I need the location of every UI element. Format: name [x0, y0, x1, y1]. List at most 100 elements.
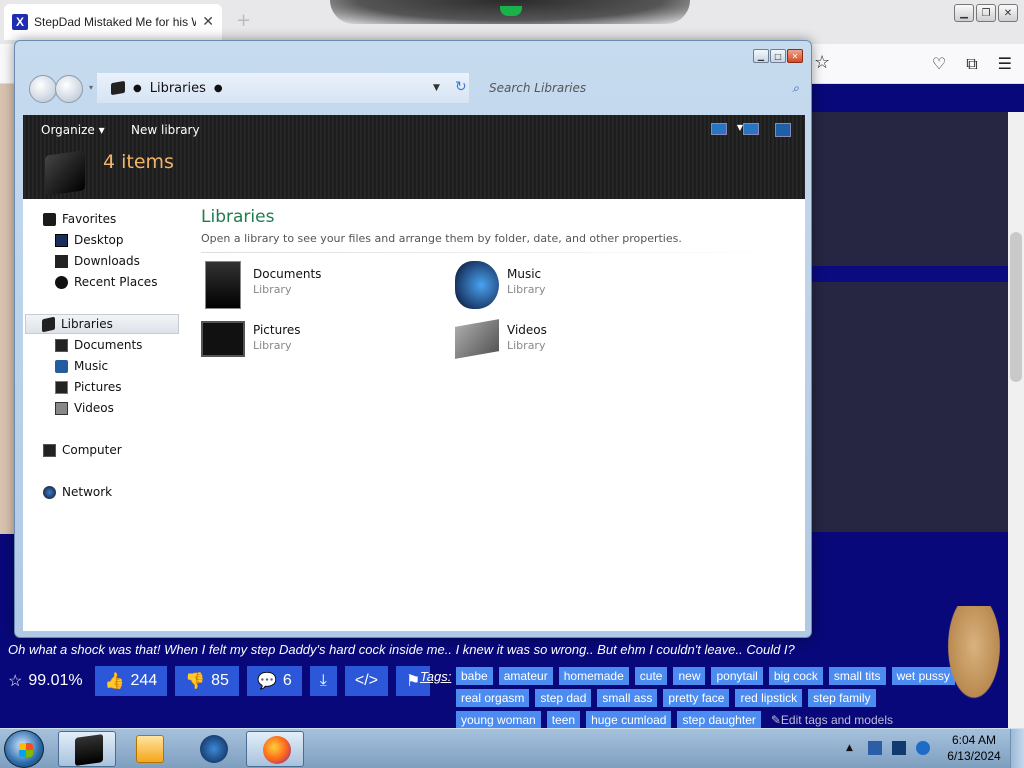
code-icon: </> [354, 672, 378, 689]
taskbar-media-player[interactable] [120, 731, 178, 767]
address-row: ▾ ● Libraries ● ▼ ↻ Search Libraries ⌕ [23, 69, 805, 113]
taskbar-browser-ie[interactable] [184, 731, 242, 767]
library-pictures[interactable]: Pictures Library [201, 317, 441, 367]
back-button[interactable] [29, 75, 57, 103]
recent-pages-icon[interactable]: ▾ [89, 83, 93, 92]
volume-tray-icon[interactable] [916, 741, 930, 755]
browser-window-controls: ▁ ❐ ✕ [954, 4, 1018, 22]
nav-network[interactable]: Network [43, 482, 112, 502]
clock-time[interactable]: 6:04 AM [944, 733, 1004, 747]
firefox-icon [263, 736, 291, 764]
tag-link[interactable]: amateur [498, 667, 553, 685]
show-hidden-icons-icon[interactable]: ▲ [846, 743, 853, 753]
tag-link[interactable]: step family [808, 689, 876, 707]
display-tray-icon[interactable] [892, 741, 906, 755]
like-button[interactable]: 👍 244 [94, 666, 168, 696]
tag-link[interactable]: homemade [558, 667, 629, 685]
item-count: 4 items [103, 151, 174, 173]
breadcrumb-separator-icon[interactable]: ● [133, 83, 142, 94]
dislike-button[interactable]: 👎 85 [175, 666, 239, 696]
tag-link[interactable]: babe [456, 667, 493, 685]
ad-banner-placeholder[interactable] [812, 112, 1008, 266]
forward-button[interactable] [55, 75, 83, 103]
comments-button[interactable]: 💬 6 [246, 666, 302, 696]
breadcrumb-libraries[interactable]: Libraries [150, 81, 206, 96]
breadcrumb-separator-icon[interactable]: ● [214, 83, 223, 94]
star-outline-icon: ☆ [8, 673, 23, 690]
taskbar: ▲ 6:04 AM 6/13/2024 [0, 728, 1024, 768]
nav-libraries[interactable]: Libraries [25, 314, 179, 334]
edit-tags-link[interactable]: ✎Edit tags and models [767, 711, 897, 729]
pocket-icon[interactable]: ♡ [932, 54, 946, 74]
refresh-icon[interactable]: ↻ [455, 79, 467, 95]
embed-button[interactable]: </> [344, 666, 388, 696]
library-videos[interactable]: Videos Library [455, 317, 695, 367]
extensions-icon[interactable]: ⧉ [966, 54, 977, 74]
nav-videos[interactable]: Videos [55, 398, 114, 418]
nav-label: Downloads [74, 254, 140, 268]
tag-link[interactable]: red lipstick [735, 689, 803, 707]
start-button[interactable] [4, 730, 44, 768]
close-button[interactable]: ✕ [998, 4, 1018, 22]
address-bar[interactable]: ● Libraries ● [97, 73, 469, 103]
nav-music[interactable]: Music [55, 356, 108, 376]
tag-link[interactable]: small tits [828, 667, 886, 685]
desktop-icon [55, 233, 68, 247]
nav-pictures[interactable]: Pictures [55, 377, 122, 397]
taskbar-firefox[interactable] [246, 731, 304, 767]
download-button[interactable]: ⤓ [309, 666, 337, 696]
help-icon[interactable] [775, 123, 791, 137]
tag-list: babe amateur homemade cute new ponytail big co… [420, 667, 960, 729]
explorer-close-button[interactable]: ✕ [787, 49, 803, 63]
tag-link[interactable]: real orgasm [456, 689, 530, 707]
nav-recent-places[interactable]: Recent Places [55, 272, 157, 292]
videos-icon [55, 401, 68, 415]
new-library-button[interactable]: New library [131, 123, 200, 137]
tag-link[interactable]: pretty face [663, 689, 730, 707]
bookmark-star-icon[interactable]: ☆ [814, 52, 830, 73]
organize-button[interactable]: Organize ▾ [41, 123, 105, 137]
explorer-minimize-button[interactable]: ▁ [753, 49, 769, 63]
tag-link[interactable]: cute [634, 667, 668, 685]
explorer-maximize-button[interactable]: □ [770, 49, 786, 63]
library-type: Library [253, 339, 292, 352]
tag-link[interactable]: big cock [768, 667, 823, 685]
clock-date[interactable]: 6/13/2024 [944, 749, 1004, 763]
network-tray-icon[interactable] [868, 741, 882, 755]
nav-computer[interactable]: Computer [43, 440, 122, 460]
tag-link[interactable]: ponytail [711, 667, 763, 685]
tag-link[interactable]: small ass [597, 689, 658, 707]
tag-link[interactable]: new [673, 667, 706, 685]
recent-places-icon [55, 275, 68, 289]
nav-documents[interactable]: Documents [55, 335, 142, 355]
flag-icon: ⚑ [406, 673, 421, 690]
nav-desktop[interactable]: Desktop [55, 230, 124, 250]
taskbar-explorer[interactable] [58, 731, 116, 767]
change-view-icon[interactable] [711, 123, 727, 135]
tab-close-icon[interactable]: ✕ [202, 14, 214, 30]
preview-pane-icon[interactable] [743, 123, 759, 135]
library-music[interactable]: Music Library [455, 261, 695, 311]
new-tab-button[interactable]: + [236, 10, 251, 31]
tag-link[interactable]: huge cumload [586, 711, 672, 729]
library-documents[interactable]: Documents Library [201, 261, 441, 311]
tag-link[interactable]: young woman [456, 711, 541, 729]
tag-link[interactable]: step dad [535, 689, 592, 707]
minimize-button[interactable]: ▁ [954, 4, 974, 22]
search-icon[interactable]: ⌕ [792, 81, 799, 96]
ad-banner-placeholder[interactable] [812, 282, 1008, 532]
menu-icon[interactable]: ☰ [998, 54, 1012, 74]
maximize-button[interactable]: ❐ [976, 4, 996, 22]
nav-downloads[interactable]: Downloads [55, 251, 140, 271]
tag-link[interactable]: step daughter [677, 711, 761, 729]
browser-tab[interactable]: X StepDad Mistaked Me for his W ✕ [4, 4, 222, 40]
search-input[interactable]: Search Libraries ⌕ [483, 73, 805, 103]
scrollbar-thumb[interactable] [1010, 232, 1022, 382]
nav-favorites[interactable]: Favorites [43, 209, 116, 229]
page-scrollbar[interactable] [1008, 112, 1024, 728]
address-dropdown-icon[interactable]: ▼ [433, 83, 440, 93]
show-desktop-button[interactable] [1010, 729, 1024, 768]
tag-link[interactable]: teen [546, 711, 581, 729]
nav-label: Documents [74, 338, 143, 352]
library-name: Documents [253, 267, 322, 281]
